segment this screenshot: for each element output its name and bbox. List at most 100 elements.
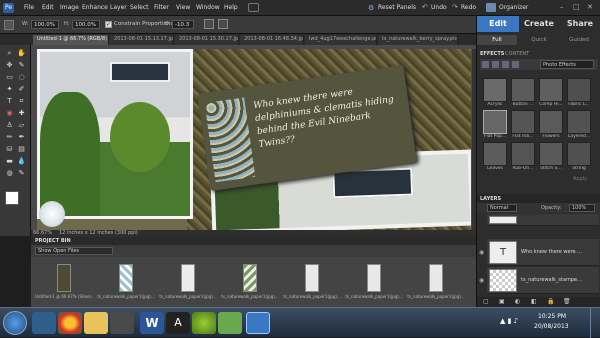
new-layer-icon[interactable]: ▢ bbox=[483, 298, 489, 305]
taskbar-app-icon[interactable] bbox=[110, 312, 134, 334]
layer-styles-icon[interactable] bbox=[492, 61, 499, 68]
all-effects-icon[interactable] bbox=[512, 61, 519, 68]
trash-icon[interactable]: 🗑 bbox=[563, 298, 571, 305]
eraser-icon[interactable]: ▱ bbox=[17, 121, 26, 130]
tab-share[interactable]: Share bbox=[559, 16, 600, 32]
menu-view[interactable]: View bbox=[176, 4, 190, 11]
constrain-checkbox[interactable]: ✓ bbox=[105, 21, 112, 28]
maximize-icon[interactable]: □ bbox=[573, 3, 580, 11]
commit-button[interactable] bbox=[204, 19, 214, 29]
doc-tab[interactable]: Untitled-1 @ 66.7% (RGB/8) * bbox=[33, 35, 109, 45]
minimize-icon[interactable]: – bbox=[560, 3, 564, 11]
layer-row[interactable]: T Who knew there were ... bbox=[487, 239, 599, 266]
bin-thumbnail[interactable]: ts_naturewalk_paper1(jpg)... bbox=[407, 261, 465, 305]
type-tool-icon[interactable]: T bbox=[5, 97, 14, 106]
photoshop-elements-icon[interactable] bbox=[246, 312, 270, 334]
bin-thumbnail[interactable]: Untitled-1 @ 66.67% (Shoe)... bbox=[35, 261, 93, 305]
menu-file[interactable]: File bbox=[24, 4, 34, 11]
sponge-icon[interactable]: ◍ bbox=[5, 169, 14, 178]
undo-button[interactable]: Undo bbox=[431, 4, 447, 11]
marquee-icon[interactable]: ▭ bbox=[5, 73, 14, 82]
effect-thumb[interactable]: Flat Pop... bbox=[483, 110, 507, 140]
submode-guided[interactable]: Guided bbox=[559, 35, 599, 45]
width-field[interactable]: 100.0% bbox=[31, 20, 59, 29]
start-button[interactable] bbox=[3, 311, 27, 335]
blur-icon[interactable]: 💧 bbox=[17, 157, 26, 166]
mask-icon[interactable]: ◧ bbox=[531, 298, 537, 305]
clone-stamp-icon[interactable]: ♙ bbox=[5, 121, 14, 130]
blend-mode-dropdown[interactable]: Normal bbox=[487, 204, 517, 212]
word-icon[interactable]: W bbox=[140, 312, 164, 334]
bin-thumbnail[interactable]: ts_naturewalk_paper1(jpg)... bbox=[159, 261, 217, 305]
height-field[interactable]: 100.0% bbox=[72, 20, 100, 29]
menu-image[interactable]: Image bbox=[60, 4, 79, 11]
opacity-field[interactable]: 100% bbox=[569, 204, 595, 212]
eyedropper-icon[interactable]: ✎ bbox=[17, 61, 26, 70]
layer-row[interactable] bbox=[487, 214, 599, 226]
effects-filter-dropdown[interactable]: Photo Effects bbox=[540, 60, 594, 69]
bin-thumbnail[interactable]: ts_naturewalk_paper1(jpg)... bbox=[221, 261, 279, 305]
taskbar-app-icon[interactable] bbox=[218, 312, 242, 334]
pencil-icon[interactable]: ✎ bbox=[17, 169, 26, 178]
taskbar-app-icon[interactable] bbox=[32, 312, 56, 334]
effect-thumb[interactable]: Comp Hi... bbox=[539, 78, 563, 108]
cancel-button[interactable] bbox=[218, 19, 228, 29]
tab-edit[interactable]: Edit bbox=[477, 16, 519, 32]
selection-brush-icon[interactable]: ✐ bbox=[17, 85, 26, 94]
menu-layer[interactable]: Layer bbox=[110, 4, 127, 11]
layer-row[interactable]: ts_naturewalk_stampe... bbox=[487, 267, 599, 294]
smart-brush-icon[interactable]: ✒ bbox=[17, 133, 26, 142]
menu-window[interactable]: Window bbox=[196, 4, 220, 11]
submode-full[interactable]: Full bbox=[477, 35, 517, 45]
eye-icon[interactable]: ◉ bbox=[479, 249, 484, 256]
effect-thumb[interactable]: Fabric L... bbox=[567, 78, 591, 108]
move-tool-icon[interactable] bbox=[4, 20, 14, 30]
folder-icon[interactable] bbox=[84, 312, 108, 334]
tab-create[interactable]: Create bbox=[519, 16, 559, 32]
doc-tab[interactable]: ts_naturewalk_berry_spray.png bbox=[378, 35, 458, 45]
healing-icon[interactable]: ✚ bbox=[17, 109, 26, 118]
effect-thumb[interactable]: Flat Rib... bbox=[511, 110, 535, 140]
doc-tab[interactable]: 2013-08-01 15.30.17.jpg bbox=[175, 35, 239, 45]
menu-filter[interactable]: Filter bbox=[154, 4, 169, 11]
bin-thumbnail[interactable]: ts_naturewalk_paper1(jpg)... bbox=[97, 261, 155, 305]
shape-tool-icon[interactable]: ▬ bbox=[5, 157, 14, 166]
lock-icon[interactable]: 🔒 bbox=[547, 298, 554, 305]
show-files-dropdown[interactable]: Show Open Files bbox=[35, 247, 113, 255]
reset-panels-button[interactable]: Reset Panels bbox=[378, 4, 416, 11]
menu-edit[interactable]: Edit bbox=[42, 4, 54, 11]
paint-bucket-icon[interactable]: ⛁ bbox=[5, 145, 14, 154]
lasso-icon[interactable]: ◌ bbox=[17, 73, 26, 82]
effect-thumb[interactable]: Rub-On... bbox=[511, 142, 535, 172]
font-app-icon[interactable]: A bbox=[166, 312, 190, 334]
bin-thumbnail[interactable]: ts_naturewalk_paper1(jpg)... bbox=[345, 261, 403, 305]
gradient-icon[interactable]: ▤ bbox=[17, 145, 26, 154]
menu-select[interactable]: Select bbox=[130, 4, 149, 11]
brush-icon[interactable]: ✏ bbox=[5, 133, 14, 142]
content-tab[interactable]: CONTENT bbox=[505, 51, 529, 57]
effect-thumb[interactable]: Stitch S... bbox=[539, 142, 563, 172]
hand-tool-icon[interactable]: ✋ bbox=[17, 49, 26, 58]
close-icon[interactable]: ✕ bbox=[587, 3, 593, 11]
eye-icon[interactable]: ◉ bbox=[479, 277, 484, 284]
doc-tab[interactable]: lwd_4ug17weechallenge.png bbox=[305, 35, 377, 45]
effect-thumb[interactable]: Layered... bbox=[567, 110, 591, 140]
taskbar-app-icon[interactable] bbox=[192, 312, 216, 334]
magic-wand-icon[interactable]: ✦ bbox=[5, 85, 14, 94]
foreground-color-swatch[interactable] bbox=[5, 191, 19, 205]
effects-tab[interactable]: EFFECTS bbox=[480, 51, 504, 57]
submode-quick[interactable]: Quick bbox=[519, 35, 559, 45]
filters-icon[interactable] bbox=[482, 61, 489, 68]
effect-thumb[interactable]: String bbox=[567, 142, 591, 172]
menu-enhance[interactable]: Enhance bbox=[82, 4, 108, 11]
effect-thumb[interactable]: Leaves bbox=[483, 142, 507, 172]
document-canvas[interactable]: Who knew there were delphiniums & clemat… bbox=[37, 49, 471, 230]
effect-thumb[interactable]: Button ... bbox=[511, 78, 535, 108]
adjustment-icon[interactable]: ◐ bbox=[515, 298, 520, 305]
effect-thumb[interactable]: Flowers bbox=[539, 110, 563, 140]
tray-icons[interactable]: ▲ ▮ ♪ bbox=[500, 317, 518, 325]
workspace-icon[interactable] bbox=[248, 3, 259, 12]
apply-button[interactable]: Apply bbox=[573, 176, 587, 182]
crop-icon[interactable]: ⌗ bbox=[17, 97, 26, 106]
bin-thumbnail[interactable]: ts_naturewalk_paper1(jpg)... bbox=[283, 261, 341, 305]
